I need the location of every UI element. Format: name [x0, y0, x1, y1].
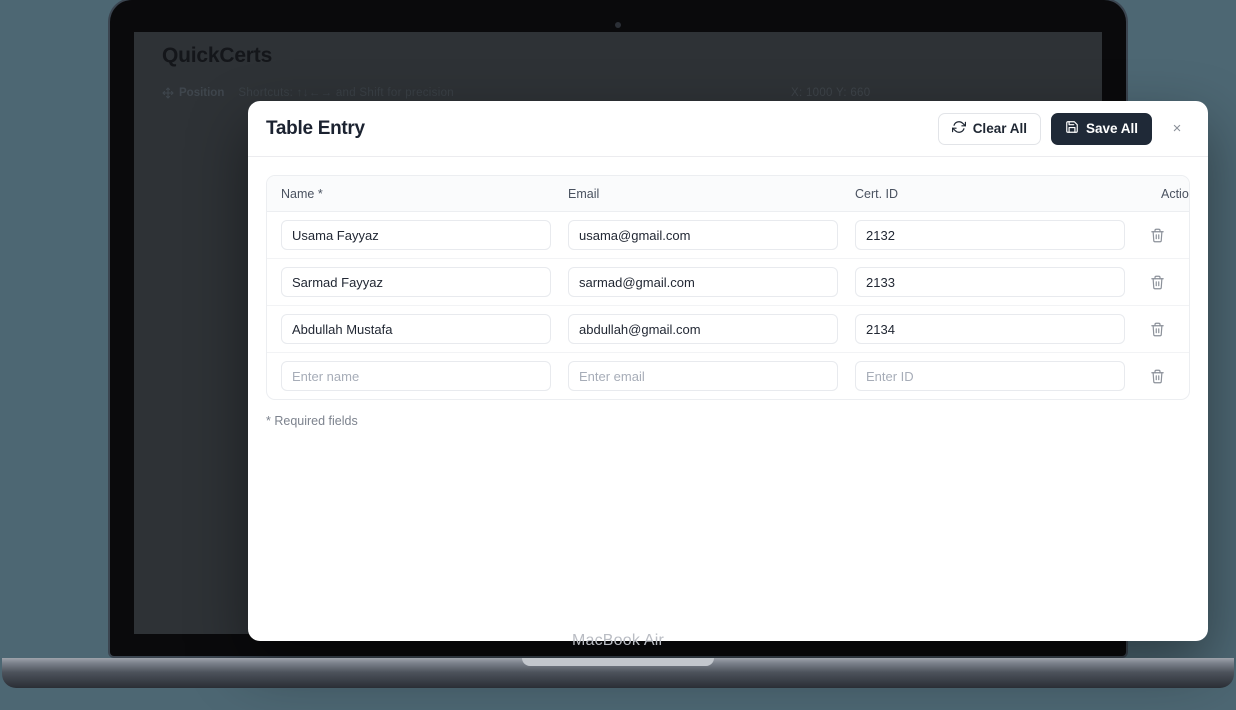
move-arrows-icon: [162, 87, 174, 99]
table-row: [267, 306, 1189, 353]
position-tool-label: Position: [179, 87, 225, 99]
email-input-cell: [568, 361, 855, 391]
laptop-base-notch: [522, 658, 714, 666]
name-input[interactable]: [281, 267, 551, 297]
name-input-cell: [281, 220, 568, 250]
email-input-cell: [568, 314, 855, 344]
email-input[interactable]: [568, 314, 838, 344]
name-input-cell: [281, 267, 568, 297]
clear-all-label: Clear All: [972, 121, 1027, 136]
app-toolbar: Position Shortcuts: ↑↓←→ and Shift for p…: [162, 87, 454, 99]
table-row: [267, 353, 1189, 399]
cert-id-input[interactable]: [855, 361, 1125, 391]
modal-title: Table Entry: [266, 117, 365, 139]
required-fields-note: * Required fields: [266, 414, 358, 428]
trash-icon[interactable]: [1147, 272, 1167, 292]
column-header-email: Email: [568, 186, 600, 201]
cert-id-input[interactable]: [855, 314, 1125, 344]
toolbar-coordinates: X: 1000 Y: 660: [791, 87, 871, 99]
position-tool-button[interactable]: Position: [162, 87, 224, 99]
modal-body: Name * Email Cert. ID Actions * Required…: [248, 157, 1208, 446]
row-actions-cell: [1142, 366, 1175, 386]
email-input-cell: [568, 267, 855, 297]
email-input[interactable]: [568, 220, 838, 250]
table-header-row: Name * Email Cert. ID Actions: [267, 176, 1189, 212]
laptop-base: [2, 658, 1234, 688]
cert-id-input[interactable]: [855, 220, 1125, 250]
clear-all-button[interactable]: Clear All: [937, 112, 1041, 145]
cert-id-input-cell: [855, 361, 1142, 391]
table-body: [267, 212, 1189, 399]
refresh-icon: [951, 120, 966, 137]
column-header-cert-id: Cert. ID: [855, 186, 899, 201]
table-row: [267, 259, 1189, 306]
modal-header-actions: Clear All Save All ×: [937, 112, 1188, 145]
cert-id-input-cell: [855, 314, 1142, 344]
cert-id-input-cell: [855, 220, 1142, 250]
entry-table: Name * Email Cert. ID Actions: [266, 175, 1190, 400]
trash-icon[interactable]: [1147, 225, 1167, 245]
name-input[interactable]: [281, 314, 551, 344]
close-icon[interactable]: ×: [1166, 118, 1188, 140]
save-all-label: Save All: [1085, 121, 1138, 136]
table-row: [267, 212, 1189, 259]
email-input[interactable]: [568, 267, 838, 297]
cert-id-input[interactable]: [855, 267, 1125, 297]
save-all-button[interactable]: Save All: [1050, 112, 1152, 145]
row-actions-cell: [1142, 272, 1175, 292]
laptop-screen-frame: QuickCerts Position Shortcuts: ↑↓←→ and …: [110, 0, 1208, 656]
name-input-cell: [281, 361, 568, 391]
device-bezel-label: MacBook Air: [571, 632, 664, 649]
name-input[interactable]: [281, 361, 551, 391]
save-disk-icon: [1065, 120, 1079, 137]
modal-header: Table Entry Clear All Save All ×: [248, 101, 1208, 157]
email-input[interactable]: [568, 361, 838, 391]
email-input-cell: [568, 220, 855, 250]
trash-icon[interactable]: [1147, 319, 1167, 339]
table-entry-modal: Table Entry Clear All Save All × Name * …: [248, 101, 1208, 641]
name-input[interactable]: [281, 220, 551, 250]
camera-dot-icon: [615, 22, 621, 28]
trash-icon[interactable]: [1147, 366, 1167, 386]
row-actions-cell: [1142, 225, 1175, 245]
name-input-cell: [281, 314, 568, 344]
column-header-actions: Actions: [1161, 186, 1189, 201]
app-title: QuickCerts: [162, 44, 273, 67]
cert-id-input-cell: [855, 267, 1142, 297]
toolbar-shortcuts-hint: Shortcuts: ↑↓←→ and Shift for precision: [238, 87, 454, 99]
laptop-mockup: QuickCerts Position Shortcuts: ↑↓←→ and …: [2, 0, 1234, 688]
row-actions-cell: [1142, 319, 1175, 339]
column-header-name: Name *: [281, 186, 323, 201]
